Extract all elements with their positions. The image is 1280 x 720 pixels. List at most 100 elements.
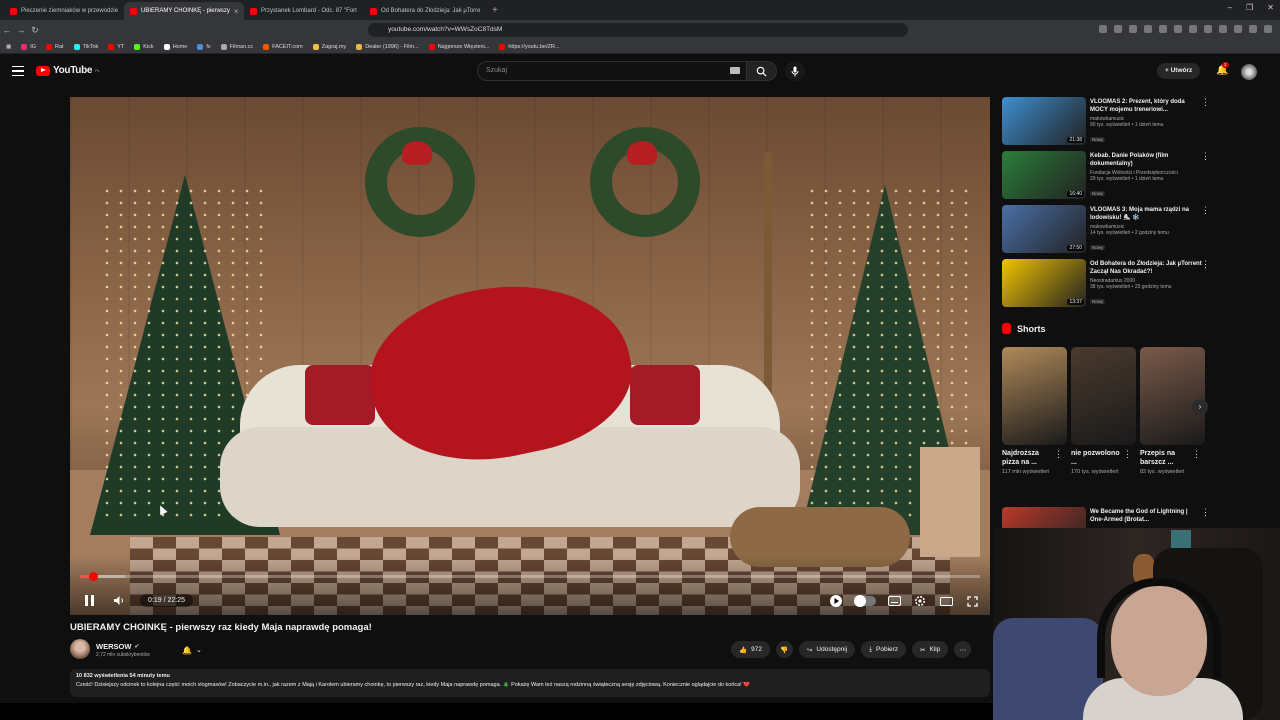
extension-icon[interactable] [1129, 25, 1137, 33]
hamburger-menu-icon[interactable] [12, 66, 24, 76]
bookmark-item[interactable]: Kick [134, 43, 154, 50]
related-video-item[interactable]: 21:38 VLOGMAS 2: Prezent, który doda MOCY… [1002, 97, 1212, 151]
video-player[interactable]: 0:19 / 22:25 [70, 97, 990, 615]
related-video-item[interactable]: 13:37 Od Bohatera do Złodzieja: Jak µTorr… [1002, 259, 1212, 313]
video-item-meta: 90 tys. wyświetleń • 1 dzień temu [1090, 122, 1164, 128]
theater-mode-icon[interactable] [938, 593, 954, 609]
youtube-logo[interactable]: YouTube PL [36, 65, 100, 76]
video-title: UBIERAMY CHOINKĘ - pierwszy raz kiedy Ma… [70, 622, 372, 633]
thumbs-down-icon: 👎 [780, 646, 789, 654]
webcam-overlay [993, 528, 1280, 720]
close-window-icon[interactable]: ✕ [1267, 3, 1274, 12]
bookmark-item[interactable]: Rat [46, 43, 64, 50]
extension-icon[interactable] [1174, 25, 1182, 33]
download-button[interactable]: ⤓ Pobierz [861, 641, 907, 658]
related-video-item[interactable]: We Became the God of Lightning | One-Arm… [1002, 507, 1212, 529]
bookmark-item[interactable]: Dealer (1996) - Film... [356, 43, 419, 50]
apps-grid-icon[interactable]: ▦ [6, 44, 11, 50]
bookmark-item[interactable]: Najgorsze Więzieni... [428, 43, 489, 50]
video-duration: 21:38 [1067, 137, 1084, 143]
extension-icon[interactable] [1144, 25, 1152, 33]
more-vertical-icon[interactable]: ⋮ [1201, 508, 1210, 517]
subtitles-icon[interactable] [886, 593, 902, 609]
video-item-title: VLOGMAS 3: Moja mama rządzi na lodowisku… [1090, 207, 1190, 221]
address-bar[interactable]: youtube.com/watch?v=WWsZoC8TdsM [368, 23, 908, 37]
extension-icon[interactable] [1234, 25, 1242, 33]
description-box[interactable]: 10 832 wyświetlenia 54 minuty temu Cześć… [70, 669, 990, 697]
related-videos-list: 21:38 VLOGMAS 2: Prezent, który doda MOCY… [1002, 97, 1212, 313]
maximize-icon[interactable]: ❐ [1246, 3, 1253, 12]
more-actions-button[interactable]: ⋯ [954, 641, 972, 658]
short-item[interactable]: Najdroższa pizza na ... 117 mln wyświetle… [1002, 347, 1067, 476]
more-vertical-icon[interactable]: ⋮ [1192, 450, 1201, 459]
back-icon[interactable]: ← [0, 25, 14, 35]
autoplay-toggle[interactable] [854, 595, 876, 607]
share-button[interactable]: ↪ Udostępnij [798, 641, 856, 658]
microphone-button[interactable] [785, 61, 805, 81]
bookmark-item[interactable]: Home [163, 43, 187, 50]
clip-button[interactable]: ✂ Klip [912, 641, 949, 658]
extension-icon[interactable] [1099, 25, 1107, 33]
scrubber-handle[interactable] [88, 572, 98, 581]
bell-icon: 🔔 [182, 645, 192, 655]
channel-name-row[interactable]: WERSOW ✔ [96, 642, 139, 651]
close-tab-icon[interactable]: × [234, 7, 239, 16]
more-vertical-icon[interactable]: ⋮ [1201, 206, 1210, 215]
autoplay-play-icon[interactable] [828, 593, 844, 609]
browser-tab[interactable]: Pieczenie ziemniaków w przewodzie [4, 2, 124, 20]
volume-button[interactable] [110, 591, 128, 609]
fullscreen-icon[interactable] [964, 593, 980, 609]
like-button[interactable]: 👍 972 [731, 641, 770, 658]
search-button[interactable] [747, 61, 777, 81]
bookmark-item[interactable]: FACEIT.com [263, 43, 303, 50]
more-vertical-icon[interactable]: ⋮ [1201, 152, 1210, 161]
menu-kebab-icon[interactable] [1264, 25, 1272, 33]
bookmark-favicon-icon [312, 43, 319, 50]
bookmark-item[interactable]: Filman.cc [220, 43, 253, 50]
settings-gear-icon[interactable] [912, 593, 928, 609]
extension-icon[interactable] [1189, 25, 1197, 33]
video-duration: 13:37 [1067, 299, 1084, 305]
video-thumbnail [1002, 507, 1086, 529]
bookmark-item[interactable]: fx [197, 43, 211, 50]
bookmark-favicon-icon [134, 43, 141, 50]
short-item[interactable]: nie pozwolono ... 170 tys. wyświetleń ⋮ [1071, 347, 1136, 476]
search-input[interactable]: Szukaj [477, 61, 747, 81]
tab-label: Przystanek Lombard - Odc. 87 "Fort [261, 8, 357, 14]
more-vertical-icon[interactable]: ⋮ [1201, 98, 1210, 107]
short-views: 170 tys. wyświetleń [1071, 469, 1119, 475]
subscribed-bell-button[interactable]: 🔔 ⌄ [178, 642, 206, 658]
channel-avatar[interactable] [70, 639, 90, 659]
bookmark-item[interactable]: https://youtu.be/ZR... [499, 43, 559, 50]
browser-tab[interactable]: Od Bohatera do Złodzieja: Jak µTorre [364, 2, 484, 20]
related-video-item[interactable]: 16:40 Kebab. Danie Polaków (film dokument… [1002, 151, 1212, 205]
progress-bar[interactable] [80, 572, 980, 581]
more-vertical-icon[interactable]: ⋮ [1123, 450, 1132, 459]
shorts-next-button[interactable]: › [1192, 399, 1208, 415]
subscriber-count: 2,72 mln subskrybentów [96, 652, 150, 658]
more-vertical-icon[interactable]: ⋮ [1054, 450, 1063, 459]
bookmark-item[interactable]: TikTok [73, 43, 98, 50]
minimize-icon[interactable]: – [1228, 3, 1232, 12]
bookmark-item[interactable]: YT [108, 43, 124, 50]
more-vertical-icon[interactable]: ⋮ [1201, 260, 1210, 269]
create-button[interactable]: + Utwórz [1157, 63, 1201, 79]
extension-icon[interactable] [1114, 25, 1122, 33]
account-avatar[interactable] [1241, 64, 1257, 80]
extension-icon[interactable] [1159, 25, 1167, 33]
pause-button[interactable] [80, 591, 98, 609]
extension-icon[interactable] [1249, 25, 1257, 33]
extension-icon[interactable] [1204, 25, 1212, 33]
bookmark-item[interactable]: Zagraj.my [312, 43, 346, 50]
forward-icon[interactable]: → [14, 25, 28, 35]
related-video-item[interactable]: 27:50 VLOGMAS 3: Moja mama rządzi na lodo… [1002, 205, 1212, 259]
browser-tab[interactable]: Przystanek Lombard - Odc. 87 "Fort [244, 2, 364, 20]
browser-tab-active[interactable]: UBIERAMY CHOINKĘ - pierwszy × [124, 2, 244, 20]
keyboard-icon[interactable] [730, 67, 740, 74]
extension-icon[interactable] [1219, 25, 1227, 33]
thumbs-up-icon: 👍 [739, 646, 748, 654]
reload-icon[interactable]: ↻ [28, 25, 42, 36]
new-tab-button[interactable]: + [484, 5, 506, 16]
bookmark-item[interactable]: IG [21, 43, 36, 50]
dislike-button[interactable]: 👎 [775, 641, 793, 658]
